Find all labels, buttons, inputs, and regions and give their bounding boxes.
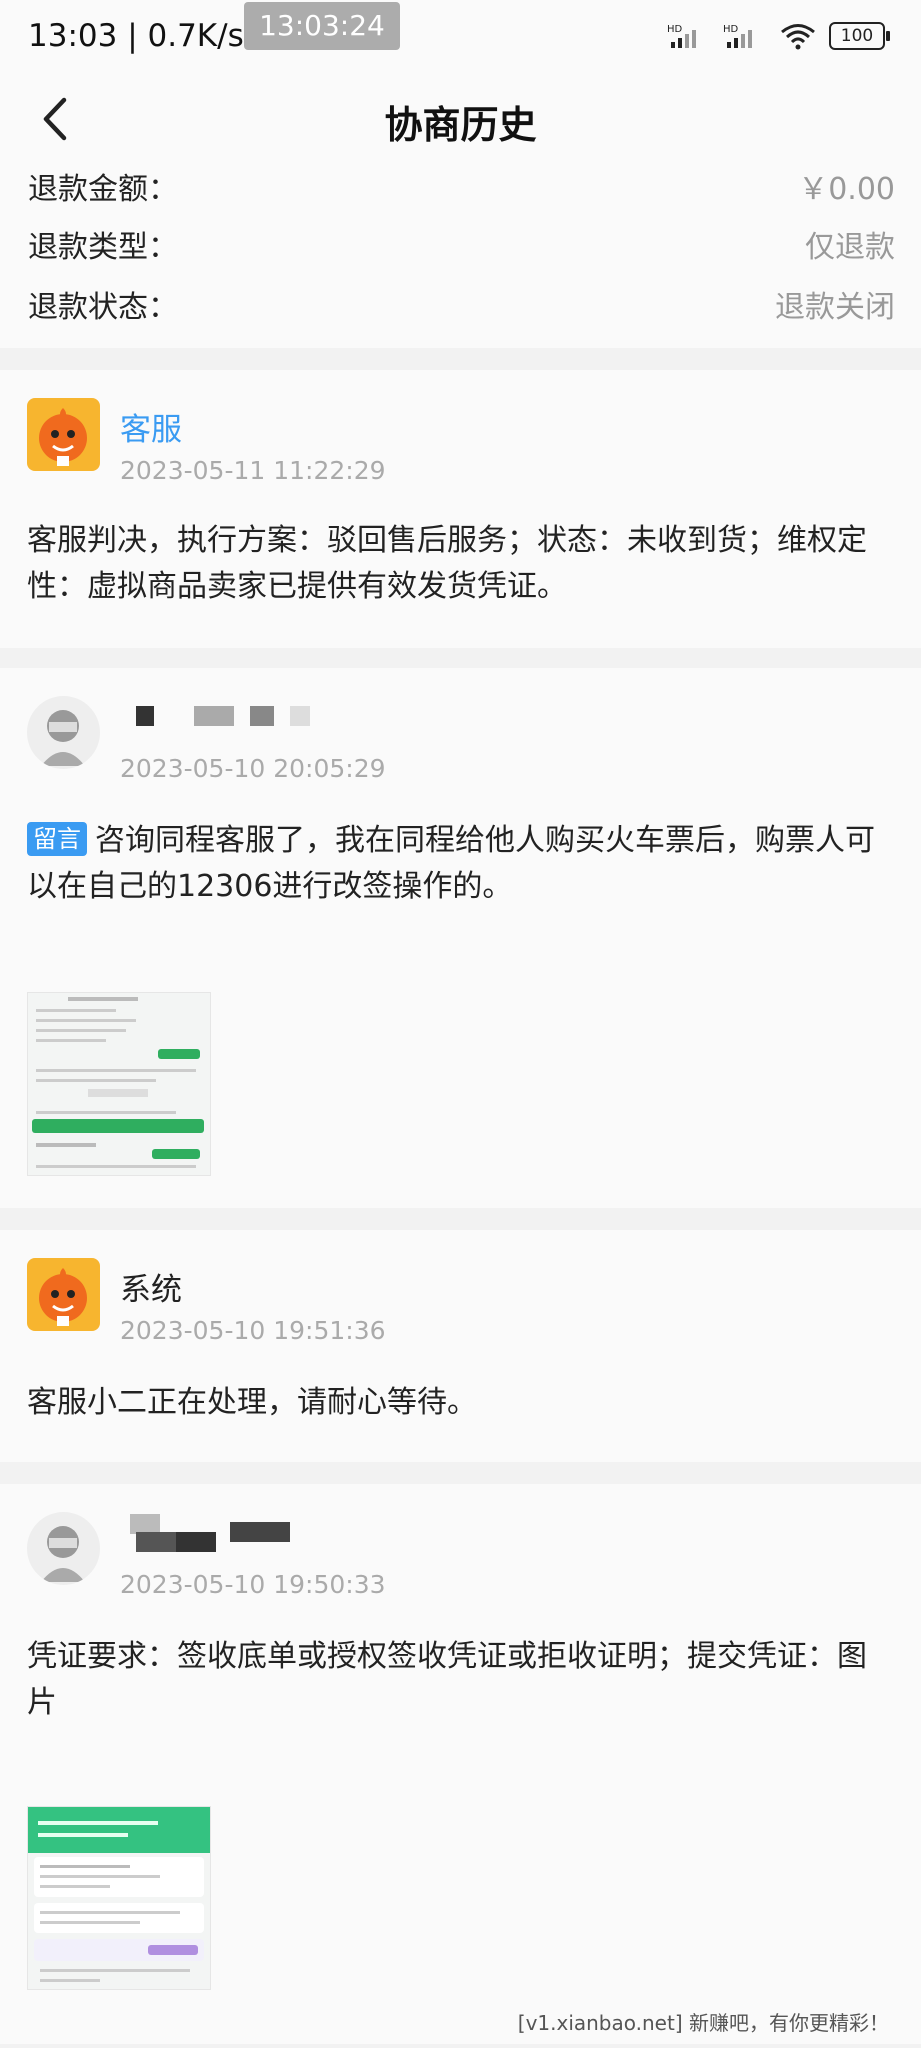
- author-name: 客服: [120, 412, 182, 448]
- author-name: 系统: [120, 1272, 182, 1308]
- message-text: 凭证要求：签收底单或授权签收凭证或拒收证明；提交凭证：图片: [27, 1639, 867, 1720]
- message-text: 留言 咨询同程客服了，我在同程给他人购买火车票后，购票人可以在自己的12306进行…: [27, 818, 895, 910]
- wifi-icon: [781, 24, 815, 50]
- refund-amount-row: 退款金额： ￥0.00: [28, 158, 895, 208]
- battery-icon: 100: [829, 22, 890, 50]
- redacted-name: [176, 1532, 216, 1552]
- history-item: 客服 2023-05-11 11:22:29 客服判决，执行方案：驳回售后服务；…: [0, 370, 921, 648]
- message-body: 咨询同程客服了，我在同程给他人购买火车票后，购票人可以在自己的12306进行改签…: [27, 823, 875, 904]
- avatar: [27, 696, 100, 769]
- user-avatar-icon: [41, 1526, 85, 1582]
- history-item: 系统 2023-05-10 19:51:36 客服小二正在处理，请耐心等待。: [0, 1230, 921, 1462]
- message-text: 客服小二正在处理，请耐心等待。: [27, 1385, 477, 1420]
- refund-summary: 退款金额： ￥0.00 退款类型： 仅退款 退款状态： 退款关闭: [0, 150, 921, 348]
- redacted-name: [136, 1532, 176, 1552]
- redacted-name: [230, 1522, 290, 1542]
- avatar: [27, 1512, 100, 1585]
- refund-type-label: 退款类型：: [28, 230, 178, 265]
- screenshot-image: [28, 1807, 210, 1982]
- mascot-icon: [39, 408, 87, 466]
- redacted-name: [250, 706, 274, 726]
- message-text: 客服判决，执行方案：驳回售后服务；状态：未收到货；维权定性：虚拟商品卖家已提供有…: [27, 523, 867, 604]
- timestamp: 2023-05-10 19:50:33: [120, 1570, 386, 1599]
- refund-status-row: 退款状态： 退款关闭: [28, 276, 895, 326]
- history-item: 2023-05-10 19:50:33 凭证要求：签收底单或授权签收凭证或拒收证…: [0, 1484, 921, 2044]
- screenshot-image: [32, 997, 204, 1168]
- refund-status-value: 退款关闭: [775, 290, 895, 325]
- svg-text:HD: HD: [723, 24, 739, 35]
- watermark: [v1.xianbao.net] 新赚吧，有你更精彩！: [517, 2011, 889, 2035]
- redacted-name: [194, 706, 234, 726]
- attachment-thumbnail[interactable]: [27, 992, 211, 1176]
- refund-type-row: 退款类型： 仅退款: [28, 216, 895, 266]
- svg-text:HD: HD: [667, 24, 683, 35]
- signal-icon: HD: [667, 24, 696, 48]
- mascot-icon: [39, 1268, 87, 1326]
- timestamp: 2023-05-11 11:22:29: [120, 456, 386, 485]
- refund-status-label: 退款状态：: [28, 290, 178, 325]
- timestamp: 2023-05-10 19:51:36: [120, 1316, 386, 1345]
- redacted-name: [290, 706, 310, 726]
- attachment-thumbnail[interactable]: [27, 1806, 211, 1990]
- avatar: [27, 1258, 100, 1331]
- refund-amount-value: ￥0.00: [798, 172, 895, 207]
- avatar: [27, 398, 100, 471]
- refund-amount-label: 退款金额：: [28, 172, 178, 207]
- comment-tag: 留言: [27, 822, 87, 856]
- status-bar: 13:03 | 0.7K/s 13:03:24 HD HD 100: [0, 0, 921, 72]
- status-time: 13:03 | 0.7K/s: [28, 18, 244, 54]
- redacted-name: [130, 1514, 160, 1534]
- history-item: 2023-05-10 20:05:29 留言 咨询同程客服了，我在同程给他人购买火…: [0, 668, 921, 1208]
- signal-icon: HD: [723, 24, 752, 48]
- timestamp: 2023-05-10 20:05:29: [120, 754, 386, 783]
- refund-type-value: 仅退款: [805, 230, 895, 265]
- page-title: 协商历史: [384, 103, 537, 147]
- user-avatar-icon: [41, 710, 85, 766]
- screenshot-time-overlay: 13:03:24: [244, 2, 400, 50]
- status-icons: HD HD 100: [667, 22, 890, 50]
- redacted-name: [136, 706, 154, 726]
